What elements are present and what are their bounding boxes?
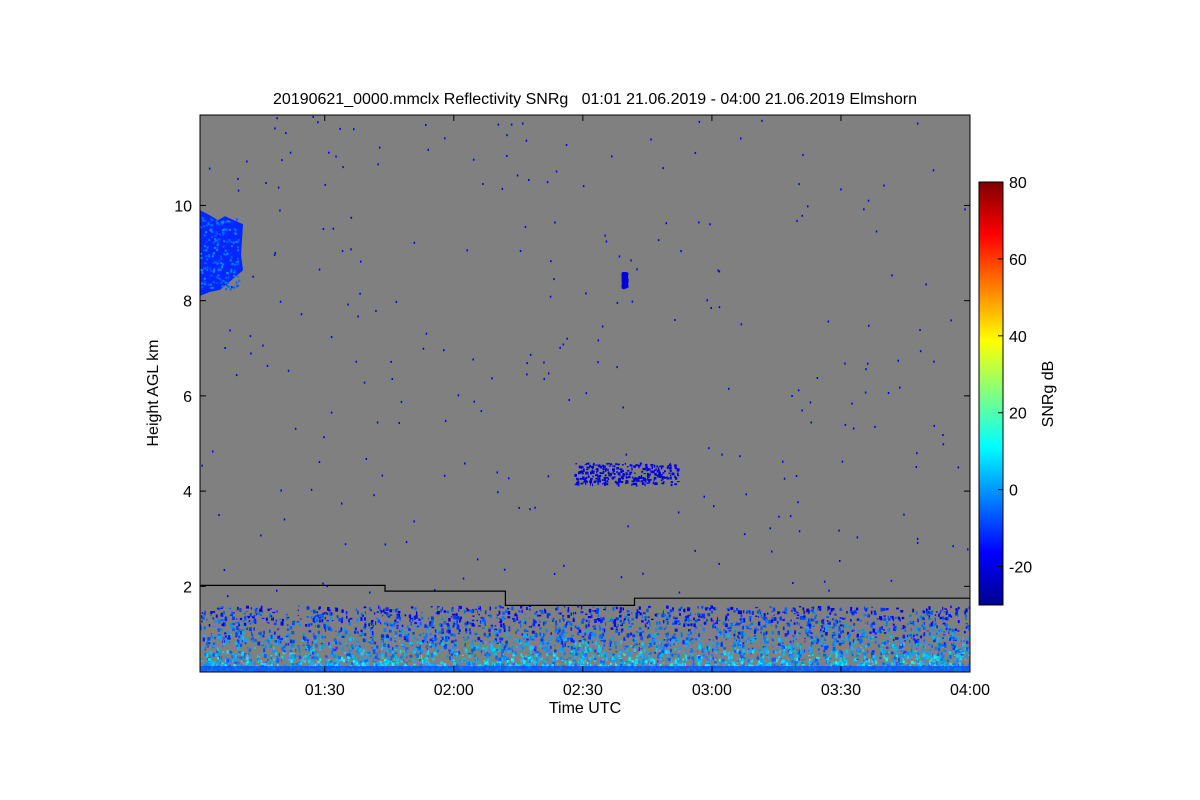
- colorbar-tick-label: 80: [1009, 175, 1027, 192]
- x-tick-label: 03:30: [821, 682, 861, 699]
- chart-title: 20190621_0000.mmclx Reflectivity SNRg 01…: [273, 91, 917, 108]
- colorbar-tick-label: 0: [1009, 483, 1018, 500]
- radar-chart: 20190621_0000.mmclx Reflectivity SNRg 01…: [145, 91, 1057, 717]
- plot-background: [200, 115, 970, 672]
- y-tick-label: 10: [174, 198, 192, 215]
- colorbar-tick-label: 40: [1009, 329, 1027, 346]
- x-tick-label: 04:00: [950, 682, 990, 699]
- x-tick-label: 01:30: [305, 682, 345, 699]
- colorbar-tick-label: 60: [1009, 252, 1027, 269]
- x-tick-label: 02:00: [434, 682, 474, 699]
- colorbar: [978, 181, 1004, 606]
- y-tick-label: 2: [183, 579, 192, 596]
- x-tick-label: 03:00: [692, 682, 732, 699]
- y-tick-label: 8: [183, 294, 192, 311]
- x-axis-label: Time UTC: [549, 700, 621, 717]
- upper-cloud: [200, 210, 244, 296]
- colorbar-label: SNRg dB: [1040, 361, 1057, 428]
- x-tick-label: 02:30: [563, 682, 603, 699]
- y-axis-label: Height AGL km: [145, 339, 162, 446]
- small-cell: [621, 272, 629, 290]
- y-tick-label: 6: [183, 389, 192, 406]
- colorbar-tick-label: 20: [1009, 406, 1027, 423]
- y-tick-label: 4: [183, 484, 192, 501]
- colorbar-tick-label: -20: [1009, 560, 1032, 577]
